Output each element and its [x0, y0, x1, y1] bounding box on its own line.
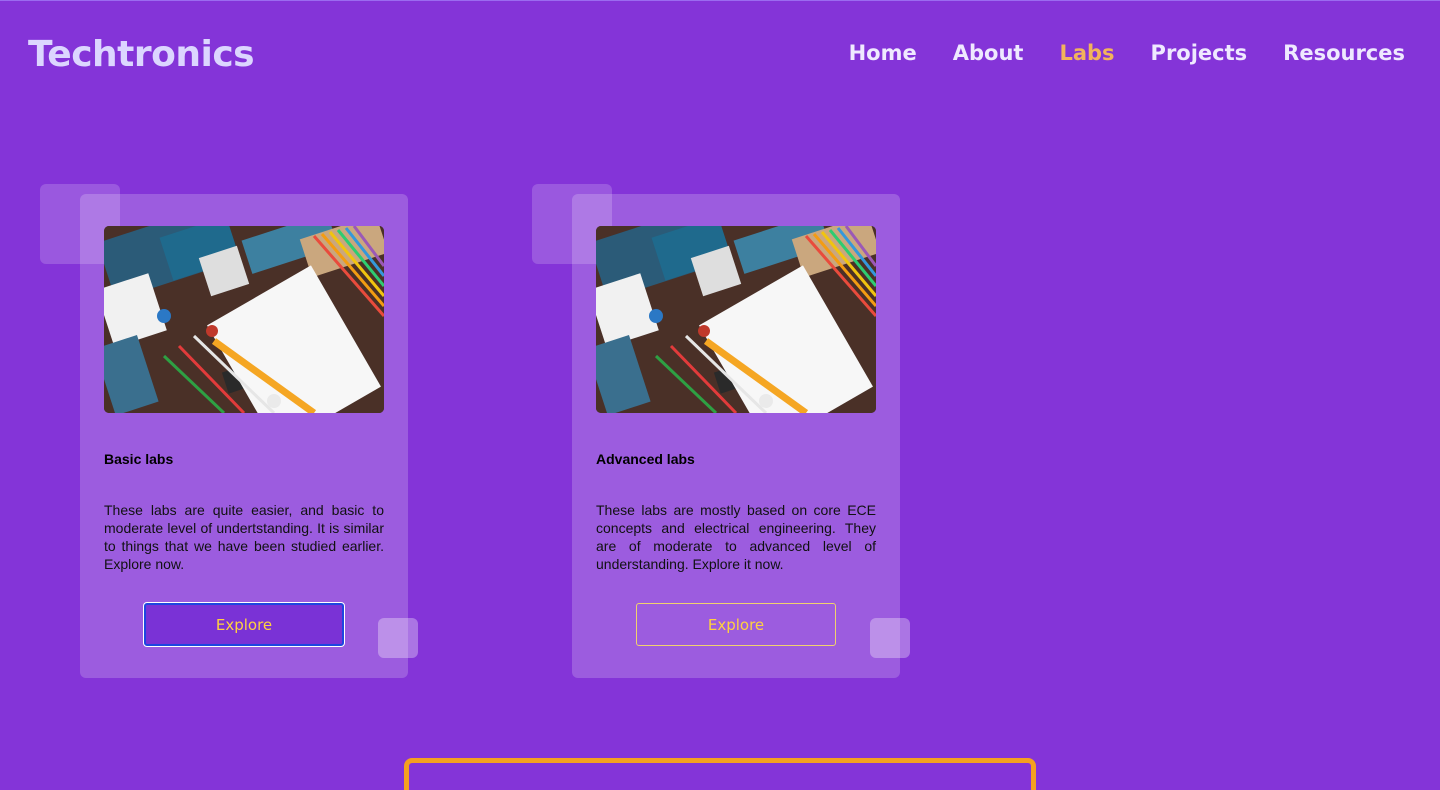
bottom-panel [404, 758, 1036, 790]
electronics-desk-illustration [104, 226, 384, 413]
explore-advanced-labs-button[interactable]: Explore [636, 603, 836, 646]
nav-labs[interactable]: Labs [1059, 41, 1114, 65]
nav-projects[interactable]: Projects [1151, 41, 1248, 65]
electronics-desk-illustration [596, 226, 876, 413]
explore-basic-labs-button[interactable]: Explore [144, 603, 344, 646]
lab-card-title: Advanced labs [596, 451, 695, 467]
lab-card-advanced: Advanced labs These labs are mostly base… [572, 194, 900, 678]
lab-card-image [104, 226, 384, 413]
lab-card-description: These labs are mostly based on core ECE … [596, 502, 876, 572]
decorative-square [870, 618, 910, 658]
main-nav: Home About Labs Projects Resources [849, 41, 1405, 65]
decorative-square [378, 618, 418, 658]
site-logo[interactable]: Techtronics [28, 34, 255, 75]
lab-card-title: Basic labs [104, 451, 174, 467]
nav-home[interactable]: Home [849, 41, 917, 65]
nav-about[interactable]: About [953, 41, 1024, 65]
lab-card-basic: Basic labs These labs are quite easier, … [80, 194, 408, 678]
lab-card-image [596, 226, 876, 413]
lab-card-description: These labs are quite easier, and basic t… [104, 502, 384, 572]
nav-resources[interactable]: Resources [1283, 41, 1405, 65]
